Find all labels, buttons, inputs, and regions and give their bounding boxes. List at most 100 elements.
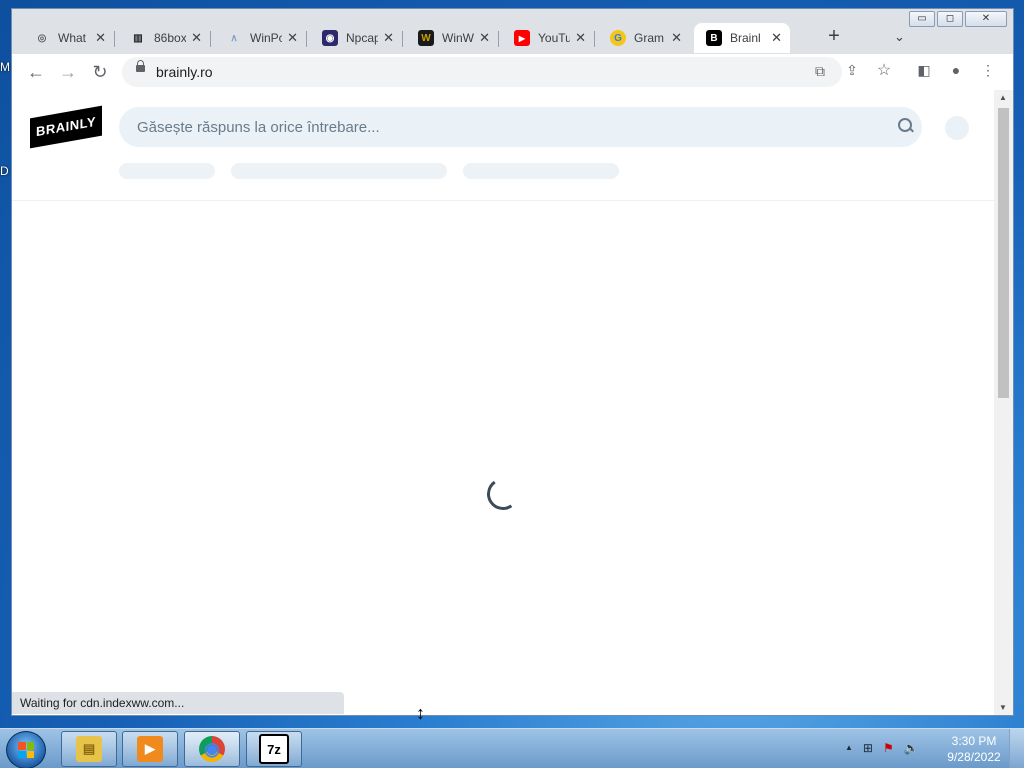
- windows-logo-icon: [18, 742, 34, 758]
- taskbar: ▤ ▶ ◉ 7z ▲ ⊞ ⚑ 🔈 3:30 PM 9/28/2022: [0, 728, 1024, 768]
- page-viewport: BRAINLY Găsește răspuns la orice întreba…: [12, 90, 994, 715]
- address-bar[interactable]: brainly.ro ⧉: [122, 57, 842, 87]
- skeleton-placeholder: [231, 163, 447, 179]
- loading-spinner-icon: [484, 475, 522, 513]
- tab-separator: [210, 31, 211, 47]
- back-button[interactable]: ←: [24, 60, 48, 84]
- share-icon[interactable]: ⇪: [842, 62, 862, 79]
- tab-separator: [594, 31, 595, 47]
- favicon-glyph: ▶: [518, 33, 526, 43]
- system-tray: ▲ ⊞ ⚑ 🔈: [845, 741, 919, 755]
- close-tab-icon[interactable]: ✕: [575, 30, 586, 46]
- tab-title: WinW: [442, 31, 474, 45]
- taskbar-7zip[interactable]: 7z: [246, 731, 302, 767]
- search-icon[interactable]: [898, 118, 912, 132]
- tab-strip: ◎ What ✕ ▥ 86box ✕ ∧ WinPc ✕ ◉ Npcap ✕ W…: [22, 19, 982, 53]
- favicon-glyph: W: [421, 32, 431, 44]
- close-tab-icon[interactable]: ✕: [383, 30, 394, 46]
- avatar[interactable]: [945, 116, 969, 140]
- tab-title: Brainl: [730, 31, 761, 45]
- close-tab-icon[interactable]: ✕: [671, 30, 682, 46]
- site-header: BRAINLY Găsește răspuns la orice întreba…: [12, 90, 994, 201]
- close-tab-icon[interactable]: ✕: [479, 30, 490, 46]
- desktop-icon-label-fragment[interactable]: M: [0, 60, 10, 74]
- search-input[interactable]: Găsește răspuns la orice întrebare...: [119, 107, 922, 147]
- new-tab-button[interactable]: +: [820, 25, 848, 48]
- tab-youtube[interactable]: ▶ YouTu ✕: [502, 23, 595, 53]
- skeleton-placeholder: [463, 163, 619, 179]
- close-tab-icon[interactable]: ✕: [95, 30, 106, 46]
- tab-separator: [306, 31, 307, 47]
- url-text[interactable]: brainly.ro: [156, 64, 213, 80]
- scroll-down-icon[interactable]: ▼: [999, 703, 1007, 712]
- close-tab-icon[interactable]: ✕: [287, 30, 298, 46]
- tab-winpcap[interactable]: ∧ WinPc ✕: [214, 23, 307, 53]
- close-tab-icon[interactable]: ✕: [191, 30, 202, 46]
- museum-icon: ▥: [130, 30, 146, 46]
- forward-button[interactable]: →: [56, 60, 80, 84]
- tab-title: WinPc: [250, 31, 282, 45]
- favicon-glyph: ◉: [325, 32, 335, 44]
- brainly-logo[interactable]: BRAINLY: [30, 105, 102, 149]
- side-panel-icon[interactable]: ◧: [914, 62, 934, 79]
- tab-separator: [402, 31, 403, 47]
- taskbar-media-player[interactable]: ▶: [122, 731, 178, 767]
- bookmark-star-icon[interactable]: ☆: [874, 60, 894, 80]
- winpcap-icon: ∧: [226, 30, 242, 46]
- folder-icon: ▤: [76, 736, 102, 762]
- tab-86box[interactable]: ▥ 86box ✕: [118, 23, 211, 53]
- tab-what[interactable]: ◎ What ✕: [22, 23, 115, 53]
- favicon-glyph: G: [614, 32, 622, 44]
- tab-title: What: [58, 31, 87, 45]
- tab-title: 86box: [154, 31, 186, 45]
- clock[interactable]: 3:30 PM 9/28/2022: [944, 733, 1004, 765]
- translate-icon[interactable]: ⧉: [810, 63, 830, 80]
- eye-icon: ◉: [322, 30, 338, 46]
- tab-brainly[interactable]: B Brainl ✕: [694, 23, 790, 53]
- browser-toolbar: ← → ↻ brainly.ro ⧉ ⇪ ☆ ◧ ● ⋮: [12, 54, 1013, 90]
- tab-title: Npcap: [346, 31, 378, 45]
- reload-button[interactable]: ↻: [88, 60, 112, 84]
- status-bubble: Waiting for cdn.indexww.com...: [12, 692, 344, 714]
- clock-date: 9/28/2022: [947, 750, 1001, 764]
- menu-icon[interactable]: ⋮: [978, 62, 998, 79]
- browser-window: ▭ ◻ ✕ ◎ What ✕ ▥ 86box ✕ ∧ WinPc ✕ ◉ Npc…: [11, 8, 1014, 716]
- volume-icon[interactable]: 🔈: [904, 741, 919, 755]
- chrome-icon: ◎: [34, 30, 50, 46]
- network-icon[interactable]: ⊞: [863, 741, 873, 755]
- brainly-icon: B: [706, 30, 722, 46]
- favicon-glyph: ∧: [230, 32, 238, 44]
- scrollbar[interactable]: ▲ ▼: [994, 90, 1013, 715]
- tab-winworld[interactable]: W WinW ✕: [406, 23, 499, 53]
- favicon-glyph: ▥: [133, 32, 143, 44]
- grammar-icon: G: [610, 30, 626, 46]
- tab-title: YouTu: [538, 31, 570, 45]
- start-button[interactable]: [6, 731, 46, 768]
- media-player-icon: ▶: [137, 736, 163, 762]
- 7zip-icon: 7z: [259, 734, 289, 764]
- winworld-icon: W: [418, 30, 434, 46]
- youtube-icon: ▶: [514, 30, 530, 46]
- favicon-glyph: ◎: [37, 32, 47, 44]
- tab-npcap[interactable]: ◉ Npcap ✕: [310, 23, 403, 53]
- show-hidden-icons-icon[interactable]: ▲: [845, 741, 853, 755]
- skeleton-placeholder: [119, 163, 215, 179]
- taskbar-chrome[interactable]: ◉: [184, 731, 240, 767]
- tab-separator: [498, 31, 499, 47]
- favicon-glyph: B: [710, 32, 718, 44]
- desktop-icon-label-fragment[interactable]: D: [0, 164, 9, 178]
- close-tab-icon[interactable]: ✕: [771, 30, 782, 46]
- show-desktop-button[interactable]: [1009, 729, 1024, 768]
- profile-icon[interactable]: ●: [946, 62, 966, 78]
- lock-icon[interactable]: [136, 60, 145, 72]
- tab-search-button[interactable]: ⌄: [894, 29, 905, 45]
- action-center-flag-icon[interactable]: ⚑: [883, 741, 894, 755]
- resize-cursor-icon: ↕: [416, 703, 425, 723]
- tab-title: Gram: [634, 31, 664, 45]
- tab-grammar[interactable]: G Gram ✕: [598, 23, 690, 53]
- scroll-up-icon[interactable]: ▲: [999, 93, 1007, 102]
- clock-time: 3:30 PM: [951, 734, 997, 748]
- scrollbar-thumb[interactable]: [998, 108, 1009, 398]
- tab-separator: [114, 31, 115, 47]
- taskbar-explorer[interactable]: ▤: [61, 731, 117, 767]
